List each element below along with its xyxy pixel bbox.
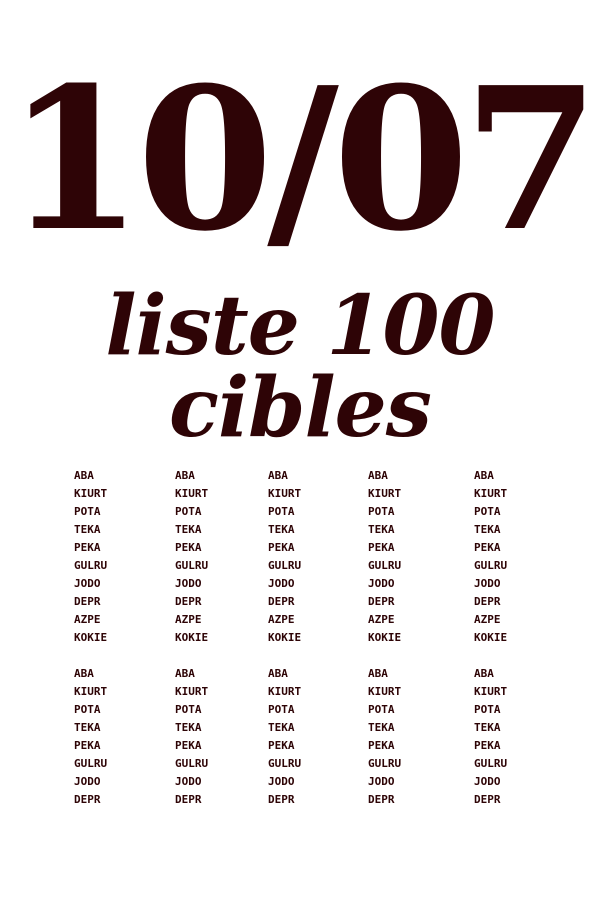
target-word: JODO <box>175 775 202 788</box>
target-word: KIURT <box>268 685 302 698</box>
target-word: TEKA <box>74 523 101 536</box>
target-word: GULRU <box>268 757 302 770</box>
target-word: DEPR <box>175 595 202 608</box>
target-word: KIURT <box>268 487 302 500</box>
target-word: POTA <box>268 505 295 518</box>
target-word: JODO <box>474 577 501 590</box>
target-word: ABA <box>268 667 288 680</box>
target-word: KIURT <box>474 487 508 500</box>
target-word: GULRU <box>268 559 302 572</box>
target-word: DEPR <box>268 595 295 608</box>
target-word: GULRU <box>368 757 402 770</box>
target-word: TEKA <box>268 721 295 734</box>
target-word: KIURT <box>368 487 402 500</box>
target-word: JODO <box>474 775 501 788</box>
target-word: POTA <box>175 505 202 518</box>
target-word: TEKA <box>74 721 101 734</box>
target-word: ABA <box>175 469 195 482</box>
target-word: PEKA <box>368 541 395 554</box>
target-word: PEKA <box>474 739 501 752</box>
target-word: GULRU <box>175 757 209 770</box>
target-word: POTA <box>474 703 501 716</box>
target-word: PEKA <box>474 541 501 554</box>
target-word: PEKA <box>175 739 202 752</box>
target-word: ABA <box>74 469 94 482</box>
target-word: ABA <box>268 469 288 482</box>
list-subtitle: liste 100 cibles <box>105 278 495 456</box>
target-word: POTA <box>175 703 202 716</box>
target-word: DEPR <box>474 595 501 608</box>
target-word: DEPR <box>74 595 101 608</box>
target-word: GULRU <box>74 559 108 572</box>
target-word: KIURT <box>474 685 508 698</box>
target-word: ABA <box>74 667 94 680</box>
target-word: PEKA <box>268 541 295 554</box>
target-word: AZPE <box>74 613 101 626</box>
target-word: TEKA <box>175 721 202 734</box>
target-word: KIURT <box>368 685 402 698</box>
target-word: POTA <box>474 505 501 518</box>
target-word: POTA <box>268 703 295 716</box>
target-word: PEKA <box>368 739 395 752</box>
target-word: TEKA <box>474 721 501 734</box>
target-word: JODO <box>368 775 395 788</box>
target-word: DEPR <box>175 793 202 806</box>
target-word: KOKIE <box>368 631 402 644</box>
target-word: AZPE <box>368 613 395 626</box>
target-word: ABA <box>474 667 494 680</box>
target-word: KOKIE <box>268 631 302 644</box>
target-word: JODO <box>268 577 295 590</box>
target-word: POTA <box>74 505 101 518</box>
target-word: KIURT <box>175 487 209 500</box>
target-word: ABA <box>474 469 494 482</box>
target-word: PEKA <box>175 541 202 554</box>
target-word: JODO <box>368 577 395 590</box>
target-word: AZPE <box>268 613 295 626</box>
target-word: DEPR <box>474 793 501 806</box>
target-word: KIURT <box>74 487 108 500</box>
target-word: AZPE <box>474 613 501 626</box>
target-word: GULRU <box>175 559 209 572</box>
target-word: PEKA <box>74 541 101 554</box>
target-word: GULRU <box>474 757 508 770</box>
target-word: ABA <box>175 667 195 680</box>
target-word: KOKIE <box>474 631 508 644</box>
target-word: POTA <box>74 703 101 716</box>
target-word: ABA <box>368 469 388 482</box>
target-word: TEKA <box>175 523 202 536</box>
target-word: JODO <box>175 577 202 590</box>
target-word: KOKIE <box>74 631 108 644</box>
target-word: KIURT <box>175 685 209 698</box>
target-word: DEPR <box>268 793 295 806</box>
target-word: TEKA <box>368 523 395 536</box>
target-word: DEPR <box>368 793 395 806</box>
target-word: KOKIE <box>175 631 209 644</box>
target-word: DEPR <box>74 793 101 806</box>
target-word: JODO <box>74 775 101 788</box>
target-word: TEKA <box>368 721 395 734</box>
target-word: POTA <box>368 703 395 716</box>
target-word: GULRU <box>368 559 402 572</box>
target-word: ABA <box>368 667 388 680</box>
target-word: PEKA <box>74 739 101 752</box>
date-title: 10/07 <box>6 45 599 275</box>
target-word: POTA <box>368 505 395 518</box>
target-word: AZPE <box>175 613 202 626</box>
target-word: GULRU <box>74 757 108 770</box>
target-word: TEKA <box>268 523 295 536</box>
target-word: DEPR <box>368 595 395 608</box>
target-word: GULRU <box>474 559 508 572</box>
target-word: JODO <box>74 577 101 590</box>
target-word: JODO <box>268 775 295 788</box>
target-word: KIURT <box>74 685 108 698</box>
target-word: TEKA <box>474 523 501 536</box>
target-word: PEKA <box>268 739 295 752</box>
